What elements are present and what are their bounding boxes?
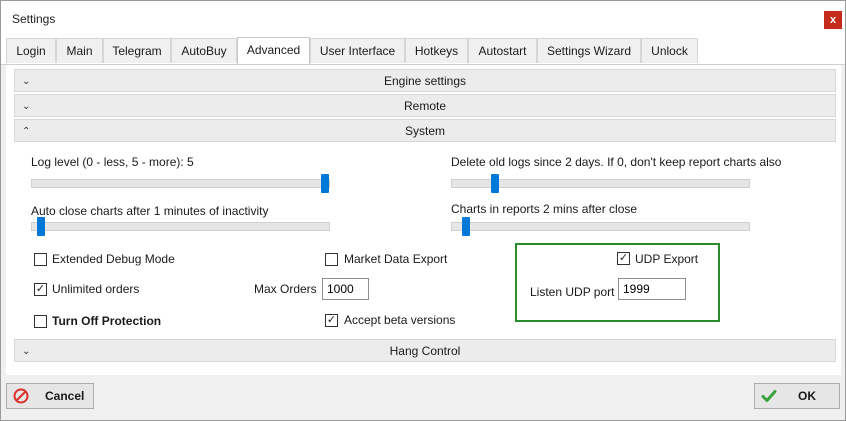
tab-login[interactable]: Login	[6, 38, 56, 63]
charts-reports-slider-thumb[interactable]	[462, 217, 470, 236]
max-orders-input[interactable]	[322, 278, 369, 300]
chevron-down-icon: ⌄	[22, 346, 31, 357]
unlimited-orders-label: Unlimited orders	[52, 282, 140, 296]
advanced-panel: ⌄ Engine settings ⌄ Remote ⌃ System Log …	[6, 65, 841, 375]
group-hang-label: Hang Control	[389, 344, 461, 358]
tab-telegram[interactable]: Telegram	[103, 38, 171, 63]
tab-strip: Login Main Telegram AutoBuy Advanced Use…	[1, 35, 845, 65]
listen-udp-port-input[interactable]	[618, 278, 686, 300]
turn-off-protection-checkbox[interactable]	[34, 315, 47, 328]
max-orders-label: Max Orders	[254, 282, 317, 296]
chevron-down-icon: ⌄	[22, 101, 31, 112]
close-button[interactable]: x	[824, 11, 842, 29]
settings-window: Settings x Login Main Telegram AutoBuy A…	[0, 0, 846, 421]
ok-label: OK	[798, 389, 816, 403]
log-level-slider-thumb[interactable]	[321, 174, 329, 193]
tab-user-interface[interactable]: User Interface	[310, 38, 405, 63]
tab-autobuy[interactable]: AutoBuy	[171, 38, 237, 63]
group-system-label: System	[404, 124, 445, 138]
check-icon	[761, 390, 777, 402]
group-engine-label: Engine settings	[383, 74, 467, 88]
tab-hotkeys[interactable]: Hotkeys	[405, 38, 468, 63]
group-engine-settings[interactable]: ⌄ Engine settings	[14, 69, 836, 92]
auto-close-slider-track[interactable]	[31, 222, 330, 231]
ok-button[interactable]: OK	[754, 383, 840, 409]
udp-export-checkbox[interactable]: ✓	[617, 252, 630, 265]
accept-beta-checkbox[interactable]: ✓	[325, 314, 338, 327]
listen-udp-port-label: Listen UDP port	[530, 285, 615, 299]
unlimited-orders-checkbox[interactable]: ✓	[34, 283, 47, 296]
chevron-down-icon: ⌄	[22, 76, 31, 87]
no-entry-icon	[13, 388, 29, 404]
extended-debug-checkbox[interactable]	[34, 253, 47, 266]
title-bar: Settings x	[1, 1, 845, 35]
accept-beta-label: Accept beta versions	[344, 313, 456, 327]
charts-reports-label: Charts in reports 2 mins after close	[451, 202, 638, 216]
log-level-slider-track[interactable]	[31, 179, 330, 188]
group-remote[interactable]: ⌄ Remote	[14, 94, 836, 117]
tab-advanced[interactable]: Advanced	[237, 37, 310, 64]
cancel-label: Cancel	[45, 389, 85, 403]
turn-off-protection-label: Turn Off Protection	[52, 314, 162, 328]
group-hang-control[interactable]: ⌄ Hang Control	[14, 339, 836, 362]
tab-unlock[interactable]: Unlock	[641, 38, 698, 63]
auto-close-label: Auto close charts after 1 minutes of ina…	[31, 204, 269, 218]
delete-logs-label: Delete old logs since 2 days. If 0, don'…	[451, 155, 782, 169]
dialog-button-bar: Cancel OK	[1, 377, 845, 420]
log-level-label: Log level (0 - less, 5 - more): 5	[31, 155, 194, 169]
extended-debug-label: Extended Debug Mode	[52, 252, 175, 266]
group-system[interactable]: ⌃ System	[14, 119, 836, 142]
udp-export-label: UDP Export	[635, 252, 699, 266]
group-remote-label: Remote	[403, 99, 447, 113]
tab-autostart[interactable]: Autostart	[468, 38, 537, 63]
tab-main[interactable]: Main	[56, 38, 103, 63]
cancel-button[interactable]: Cancel	[6, 383, 94, 409]
auto-close-slider-thumb[interactable]	[37, 217, 45, 236]
window-title: Settings	[12, 12, 56, 26]
charts-reports-slider-track[interactable]	[451, 222, 750, 231]
market-data-export-checkbox[interactable]	[325, 253, 338, 266]
market-data-export-label: Market Data Export	[344, 252, 448, 266]
tab-settings-wizard[interactable]: Settings Wizard	[537, 38, 641, 63]
delete-logs-slider-thumb[interactable]	[491, 174, 499, 193]
chevron-up-icon: ⌃	[22, 126, 31, 137]
